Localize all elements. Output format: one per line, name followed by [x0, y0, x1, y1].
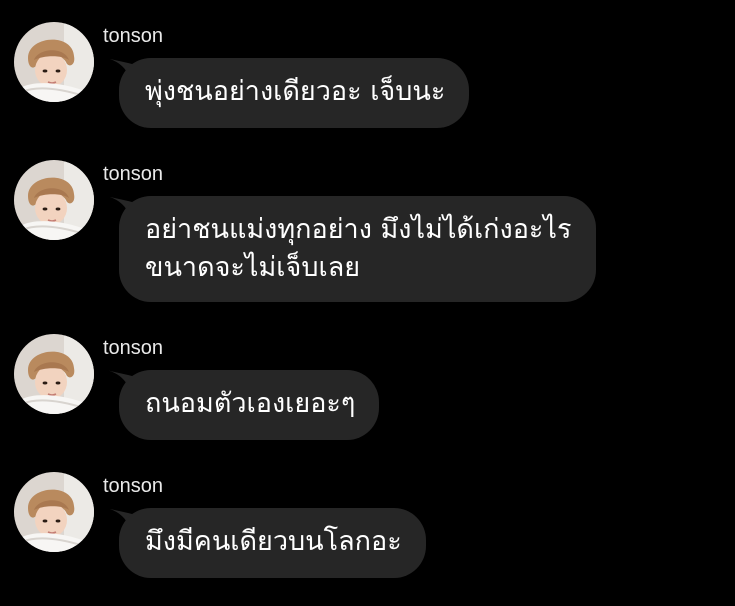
sender-name: tonson: [103, 337, 164, 359]
avatar-photo-icon: [14, 160, 94, 240]
avatar[interactable]: [14, 334, 94, 414]
message-bubble[interactable]: อย่าชนแม่งทุกอย่าง มึงไม่ได้เก่งอะไร ขนา…: [119, 196, 596, 302]
message-bubble[interactable]: ถนอมตัวเองเยอะๆ: [119, 370, 380, 440]
message-thread: tonson พุ่งชนอย่างเดียวอะ เจ็บนะ tonson: [0, 0, 735, 606]
avatar-photo-icon: [14, 472, 94, 552]
avatar-photo-icon: [14, 334, 94, 414]
sender-name: tonson: [103, 475, 164, 497]
sender-name: tonson: [103, 25, 164, 47]
avatar[interactable]: [14, 22, 94, 102]
sender-name: tonson: [103, 163, 164, 185]
avatar[interactable]: [14, 160, 94, 240]
avatar-photo-icon: [14, 22, 94, 102]
message-bubble[interactable]: พุ่งชนอย่างเดียวอะ เจ็บนะ: [119, 58, 470, 128]
message-bubble[interactable]: มึงมีคนเดียวบนโลกอะ: [119, 508, 426, 578]
avatar[interactable]: [14, 472, 94, 552]
